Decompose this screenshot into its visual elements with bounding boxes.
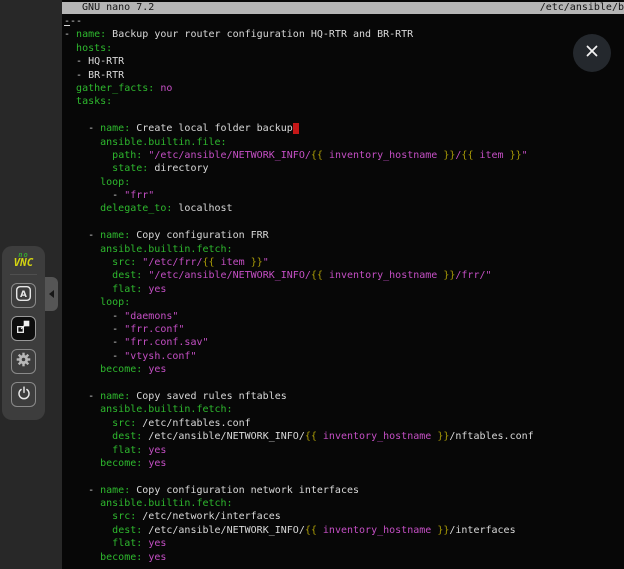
novnc-logo-bottom: VNC [14,259,34,267]
screen: { "theme": { "green": "#2eb82e", "magent… [0,0,624,569]
code-line: ansible.builtin.fetch: [64,243,624,256]
code-line: delegate_to: localhost [64,202,624,215]
code-line: flat: yes [64,444,624,457]
editor-lines[interactable]: ---- name: Backup your router configurat… [64,15,624,569]
panel-collapse-handle[interactable] [45,277,58,311]
code-line: state: directory [64,162,624,175]
code-line: path: "/etc/ansible/NETWORK_INFO/{{ inve… [64,149,624,162]
code-line: - "frr" [64,189,624,202]
code-line: tasks: [64,95,624,108]
code-line: loop: [64,296,624,309]
gear-icon [15,351,32,372]
code-line: src: "/etc/frr/{{ item }}" [64,256,624,269]
code-line: become: yes [64,363,624,376]
code-line: src: /etc/network/interfaces [64,510,624,523]
code-line [64,109,624,122]
code-line [64,216,624,229]
code-line [64,377,624,390]
code-line [64,470,624,483]
svg-text:A: A [20,290,27,300]
code-line: - "frr.conf" [64,323,624,336]
chevron-left-icon [49,290,54,298]
code-line: - name: Create local folder backup [64,122,624,135]
code-line: dest: "/etc/ansible/NETWORK_INFO/{{ inve… [64,269,624,282]
code-line: loop: [64,176,624,189]
code-line: gather_facts: no [64,82,624,95]
code-line: - name: Backup your router configuration… [64,28,624,41]
novnc-control-panel: no VNC A [2,246,45,420]
terminal-screen[interactable]: GNU nano 7.2 /etc/ansible/b ---- name: B… [62,0,624,569]
settings-button[interactable] [11,349,36,374]
close-button[interactable] [573,34,611,72]
code-line: - name: Copy configuration network inter… [64,484,624,497]
code-line: ansible.builtin.fetch: [64,497,624,510]
code-line: become: yes [64,457,624,470]
code-line: hosts: [64,42,624,55]
code-line: - "vtysh.conf" [64,350,624,363]
code-line: src: /etc/nftables.conf [64,417,624,430]
code-line: dest: /etc/ansible/NETWORK_INFO/{{ inven… [64,524,624,537]
panel-divider [10,274,37,275]
code-line: become: yes [64,551,624,564]
fullscreen-icon [16,319,31,338]
code-line: - "daemons" [64,310,624,323]
code-line: - HQ-RTR [64,55,624,68]
keyboard-button[interactable]: A [11,283,36,308]
code-line: dest: /etc/ansible/NETWORK_INFO/{{ inven… [64,430,624,443]
nano-filename-label: /etc/ansible/b [540,2,624,14]
nano-titlebar: GNU nano 7.2 /etc/ansible/b [62,2,624,14]
code-line: ansible.builtin.file: [64,136,624,149]
code-line: flat: yes [64,283,624,296]
nano-version-label: GNU nano 7.2 [62,2,154,14]
code-line: - "frr.conf.sav" [64,336,624,349]
close-icon [584,43,600,63]
power-button[interactable] [11,382,36,407]
power-icon [16,385,32,405]
code-line: ansible.builtin.fetch: [64,403,624,416]
fullscreen-button[interactable] [11,316,36,341]
code-line: flat: yes [64,537,624,550]
code-line: --- [64,15,624,28]
code-line: - name: Copy saved rules nftables [64,390,624,403]
code-line: - BR-RTR [64,69,624,82]
keyboard-icon: A [15,285,32,306]
novnc-logo: no VNC [14,251,34,267]
code-line: - name: Copy configuration FRR [64,229,624,242]
